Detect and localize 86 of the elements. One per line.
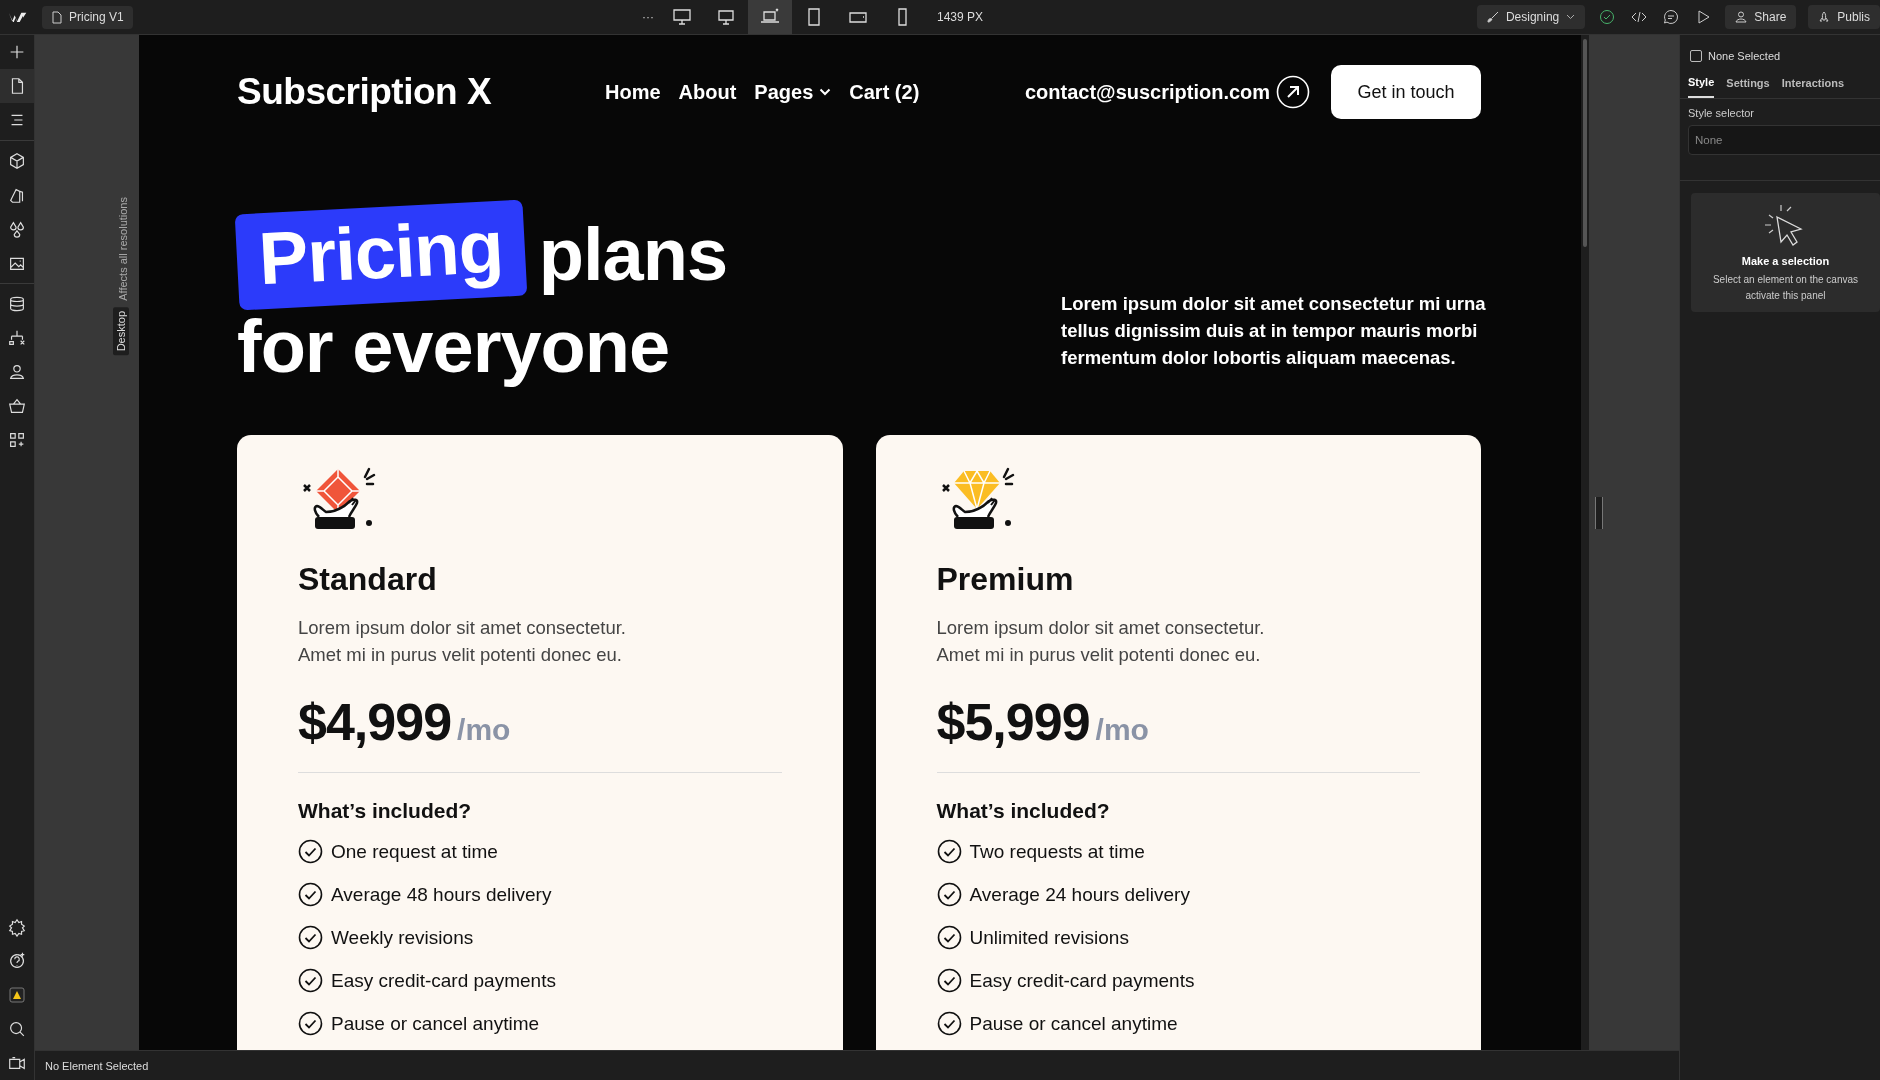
device-icon: [671, 6, 693, 28]
email-link[interactable]: contact@suscription.com: [1025, 75, 1311, 109]
plan-price: $4,999: [298, 692, 452, 752]
feature-text: Two requests at time: [969, 840, 1145, 863]
user-icon: [1735, 11, 1748, 23]
publish-button[interactable]: Publis: [1808, 5, 1880, 29]
panel-tab[interactable]: Interactions: [1781, 72, 1845, 98]
settings-icon: [7, 917, 27, 937]
check-circle-icon: [936, 925, 962, 950]
rocket-icon: [1818, 11, 1831, 23]
chevron-down-icon: [1566, 14, 1576, 20]
breakpoint-note: Affects all resolutions: [117, 197, 129, 301]
included-heading: What’s included?: [298, 799, 473, 823]
check-circle-icon: [936, 882, 962, 907]
plan-price: $5,999: [936, 692, 1090, 752]
site-logo[interactable]: Subscription X: [237, 71, 605, 113]
feature-text: Easy credit-card payments: [331, 969, 556, 992]
breakpoint-label: Desktop: [113, 306, 129, 356]
check-circle-icon: [936, 1011, 962, 1036]
status-text: No Element Selected: [45, 1059, 149, 1072]
scrollbar-thumb[interactable]: [1583, 39, 1587, 247]
feature-text: Unlimited revisions: [969, 926, 1129, 949]
check-circle-icon: [298, 925, 323, 950]
variables-icon: [7, 219, 27, 239]
arrow-up-right-icon: [1276, 75, 1311, 109]
nav-link[interactable]: Cart (2): [849, 80, 920, 104]
style-selector-field[interactable]: None: [1688, 125, 1880, 155]
check-circle-icon: [936, 968, 962, 993]
feature-text: Average 48 hours delivery: [331, 883, 552, 906]
sidebar-tool[interactable]: [0, 69, 34, 103]
plan-description: Lorem ipsum dolor sit amet consectetur. Amet mi in purus velit potenti donec eu.: [936, 616, 1266, 667]
warning-icon: [9, 987, 25, 1003]
help-icon: [7, 951, 27, 971]
price-period: /mo: [1095, 713, 1149, 747]
chevron-down-icon: [819, 88, 832, 96]
mode-dropdown[interactable]: Designing: [1476, 5, 1586, 29]
feature-text: Average 24 hours delivery: [969, 883, 1190, 906]
more-button[interactable]: ···: [636, 10, 660, 24]
panel-tab[interactable]: Style: [1688, 72, 1715, 98]
comment-icon[interactable]: [1663, 9, 1680, 25]
empty-state-title: Make a selection: [1741, 255, 1830, 267]
page-tab[interactable]: Pricing V1: [42, 5, 133, 29]
logic-icon: [7, 328, 27, 348]
intro-paragraph: Lorem ipsum dolor sit amet consectetur mi urna tellus dignissim duis at in tempor mauris morbi fermentum dolor lobortis aliquam maecenas.: [1061, 292, 1487, 370]
plan-name: Premium: [936, 561, 1075, 598]
price-period: /mo: [457, 713, 511, 747]
panel-tab[interactable]: Settings: [1726, 72, 1770, 98]
page-icon: [51, 10, 63, 24]
components-icon: [7, 151, 27, 171]
check-circle-icon: [936, 839, 962, 864]
plan-name: Standard: [298, 561, 438, 598]
check-circle-icon[interactable]: [1599, 9, 1616, 25]
empty-state-text: Select an element on the canvas activate this panel: [1712, 273, 1859, 303]
apps-icon: [7, 430, 27, 450]
share-button[interactable]: Share: [1725, 5, 1797, 29]
code-icon[interactable]: [1631, 9, 1648, 25]
feature-text: One request at time: [331, 840, 498, 863]
check-circle-icon: [298, 839, 323, 864]
users-icon: [7, 362, 27, 382]
selector-label: Style selector: [1688, 107, 1756, 119]
ecommerce-icon: [7, 396, 27, 416]
nav-link[interactable]: Pages: [754, 80, 832, 104]
feature-text: Easy credit-card payments: [969, 969, 1195, 992]
nav-link[interactable]: About: [678, 80, 737, 104]
checkbox[interactable]: [1690, 50, 1702, 62]
heading-text: plans: [538, 212, 728, 298]
feature-text: Pause or cancel anytime: [331, 1012, 540, 1035]
check-circle-icon: [298, 968, 323, 993]
logo-icon[interactable]: [8, 11, 28, 23]
selection-label: None Selected: [1708, 50, 1781, 62]
breakpoint-button[interactable]: [748, 0, 792, 34]
included-heading: What’s included?: [936, 799, 1111, 823]
contact-button[interactable]: Get in touch: [1331, 65, 1481, 119]
canvas-width: 1439 PX: [937, 10, 984, 24]
feature-text: Pause or cancel anytime: [969, 1012, 1178, 1035]
cms-icon: [7, 294, 27, 314]
nav-link[interactable]: Home: [605, 80, 661, 104]
feature-text: Weekly revisions: [331, 926, 474, 949]
resize-handle[interactable]: [1595, 496, 1603, 529]
highlighted-word: Pricing: [234, 199, 528, 311]
check-circle-icon: [298, 882, 323, 907]
brush-icon: [1486, 11, 1499, 23]
play-icon[interactable]: [1695, 9, 1712, 25]
plan-description: Lorem ipsum dolor sit amet consectetur. Amet mi in purus velit potenti donec eu.: [298, 616, 627, 667]
search-icon: [7, 1019, 27, 1039]
check-circle-icon: [298, 1011, 323, 1036]
